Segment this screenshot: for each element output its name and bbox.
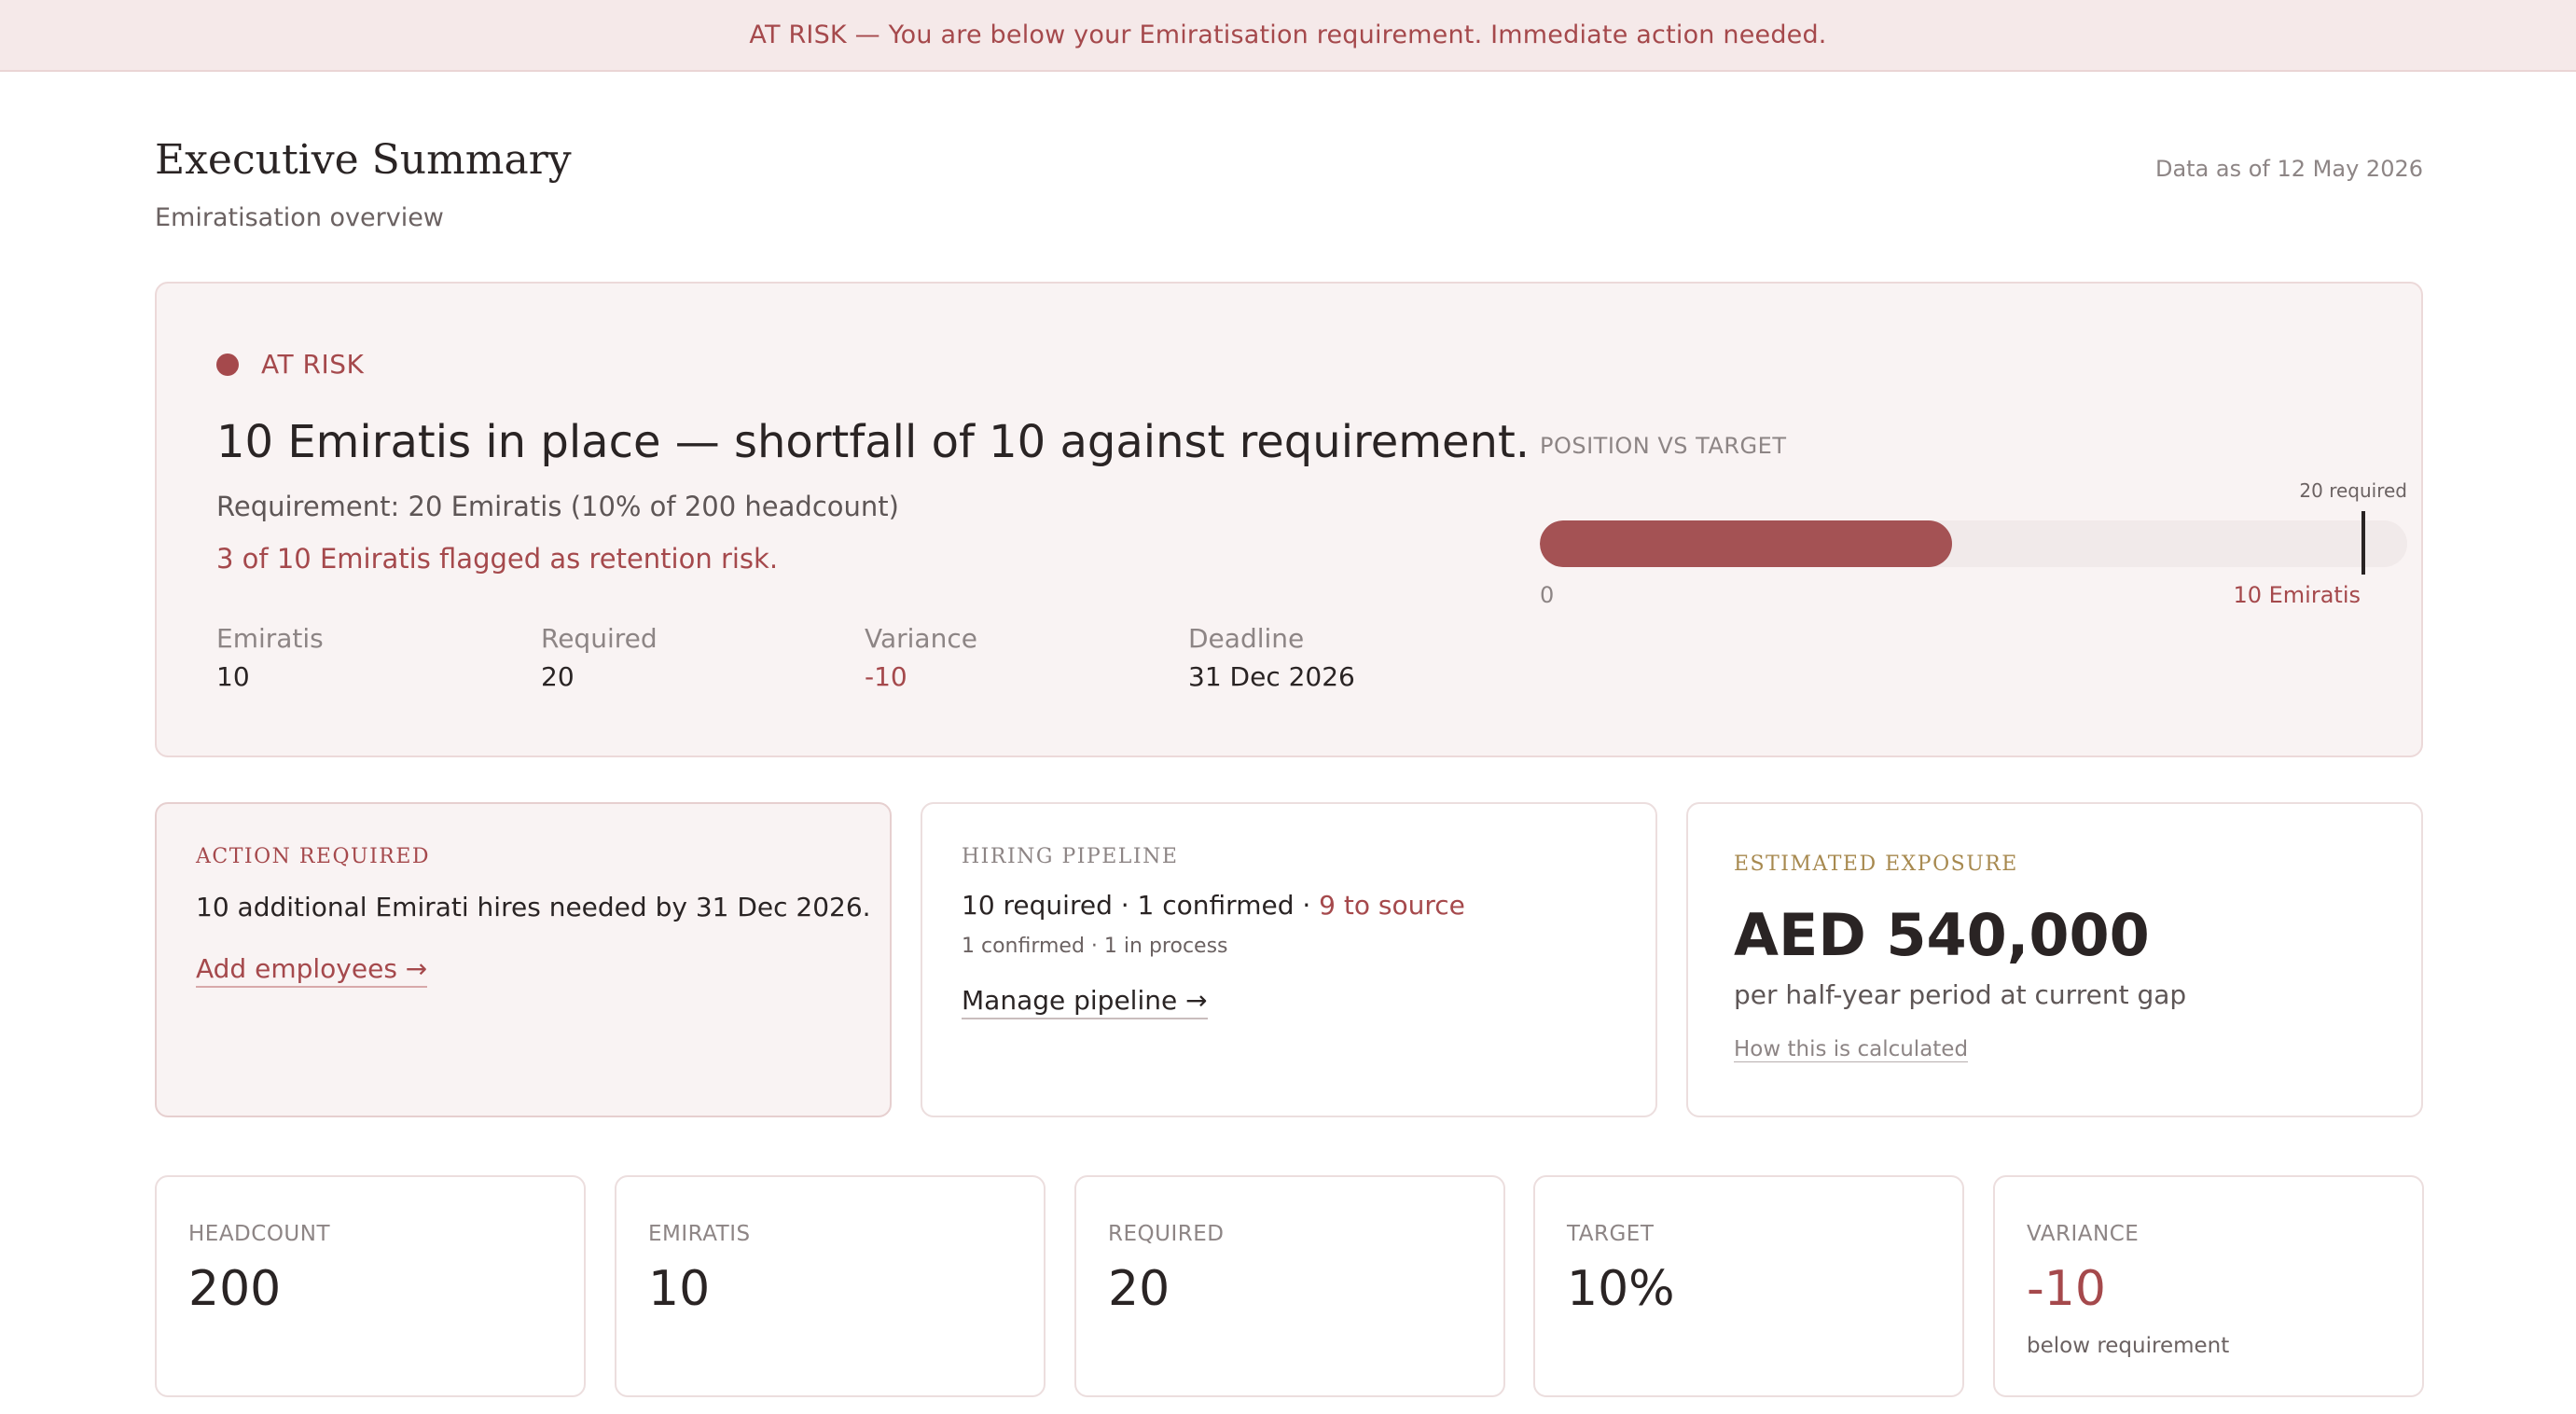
stat-value: -10	[865, 661, 907, 692]
kpi-headcount: HEADCOUNT 200	[155, 1175, 586, 1397]
requirement-text: Requirement: 20 Emiratis (10% of 200 hea…	[216, 491, 899, 522]
kpi-value: 10	[648, 1261, 711, 1317]
stat-value: 10	[216, 661, 250, 692]
stat-value: 20	[541, 661, 575, 692]
status-hero-card: AT RISK 10 Emiratis in place — shortfall…	[155, 282, 2423, 757]
data-as-of: Data as of 12 May 2026	[2154, 156, 2423, 182]
kpi-required: REQUIRED 20	[1074, 1175, 1505, 1397]
kpi-label: VARIANCE	[2027, 1222, 2140, 1246]
status-label: AT RISK	[261, 349, 365, 380]
kpi-value: 200	[188, 1261, 282, 1317]
card-label: HIRING PIPELINE	[962, 845, 1179, 868]
progress-fill	[1540, 520, 1952, 567]
required-marker	[2361, 511, 2365, 575]
kpi-value: 10%	[1567, 1261, 1675, 1317]
pipeline-detail: 1 confirmed · 1 in process	[962, 935, 1228, 958]
kpi-note: below requirement	[2027, 1334, 2230, 1358]
hiring-pipeline-card: HIRING PIPELINE 10 required · 1 confirme…	[921, 802, 1657, 1117]
kpi-label: HEADCOUNT	[188, 1222, 331, 1246]
kpi-target: TARGET 10%	[1533, 1175, 1964, 1397]
page-title: Executive Summary	[155, 136, 572, 184]
pipeline-to-source: 9 to source	[1319, 890, 1465, 921]
kpi-value: -10	[2027, 1261, 2106, 1317]
page-subtitle: Emiratisation overview	[155, 203, 444, 232]
kpi-emiratis: EMIRATIS 10	[615, 1175, 1046, 1397]
stat-emiratis: Emiratis 10	[216, 623, 324, 692]
progress-track	[1540, 520, 2407, 567]
card-label: ESTIMATED EXPOSURE	[1734, 853, 2018, 876]
manage-pipeline-link[interactable]: Manage pipeline →	[962, 985, 1208, 1019]
stat-label: Emiratis	[216, 623, 324, 654]
kpi-variance: VARIANCE -10 below requirement	[1993, 1175, 2424, 1397]
stat-label: Variance	[865, 623, 977, 654]
status-indicator: AT RISK	[216, 349, 364, 380]
kpi-value: 20	[1108, 1261, 1170, 1317]
pipeline-summary: 10 required · 1 confirmed · 9 to source	[962, 890, 1465, 921]
how-calculated-link[interactable]: How this is calculated	[1734, 1037, 1969, 1062]
exposure-period: per half-year period at current gap	[1734, 979, 2187, 1010]
kpi-label: EMIRATIS	[648, 1222, 751, 1246]
estimated-exposure-card: ESTIMATED EXPOSURE AED 540,000 per half-…	[1686, 802, 2423, 1117]
progress-current-label: 10 Emiratis	[2233, 582, 2361, 608]
required-marker-label: 20 required	[2299, 479, 2407, 502]
action-required-card: ACTION REQUIRED 10 additional Emirati hi…	[155, 802, 892, 1117]
stat-variance: Variance -10	[865, 623, 977, 692]
banner-text: AT RISK — You are below your Emiratisati…	[749, 21, 1827, 49]
hero-headline: 10 Emiratis in place — shortfall of 10 a…	[216, 416, 1530, 468]
at-risk-banner: AT RISK — You are below your Emiratisati…	[0, 0, 2576, 72]
progress-zero-label: 0	[1540, 582, 1555, 608]
stat-value: 31 Dec 2026	[1188, 661, 1355, 692]
stat-deadline: Deadline 31 Dec 2026	[1188, 623, 1355, 692]
stat-label: Deadline	[1188, 623, 1305, 654]
stat-required: Required 20	[541, 623, 658, 692]
add-employees-link[interactable]: Add employees →	[196, 953, 428, 988]
kpi-label: REQUIRED	[1108, 1222, 1225, 1246]
position-vs-target-title: POSITION VS TARGET	[1540, 433, 1787, 459]
pipeline-counts: 10 required · 1 confirmed ·	[962, 890, 1320, 921]
retention-risk-text: 3 of 10 Emiratis flagged as retention ri…	[216, 543, 779, 575]
kpi-label: TARGET	[1567, 1222, 1655, 1246]
action-text: 10 additional Emirati hires needed by 31…	[196, 892, 871, 922]
exposure-amount: AED 540,000	[1734, 901, 2150, 969]
card-label: ACTION REQUIRED	[196, 845, 431, 868]
stat-label: Required	[541, 623, 658, 654]
status-dot-icon	[216, 353, 239, 376]
